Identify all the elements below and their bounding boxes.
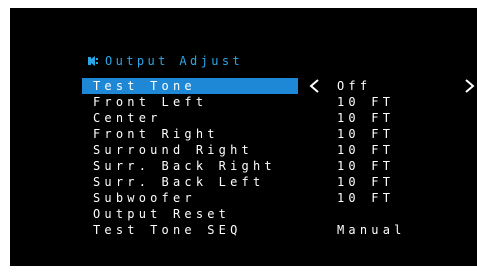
menu-item-surr-back-left[interactable]: Surr. Back Left 10 FT: [82, 174, 477, 190]
menu-item-label: Subwoofer: [93, 191, 196, 205]
settings-menu: Test Tone Off Front Left 10 FT Center 10…: [82, 78, 477, 238]
menu-item-front-right[interactable]: Front Right 10 FT: [82, 126, 477, 142]
menu-item-value: 10 FT: [337, 143, 395, 157]
menu-item-output-reset[interactable]: Output Reset: [82, 206, 477, 222]
menu-item-label: Output Reset: [93, 207, 231, 221]
menu-item-subwoofer[interactable]: Subwoofer 10 FT: [82, 190, 477, 206]
menu-item-value: 10 FT: [337, 111, 395, 125]
chevron-right-icon[interactable]: [463, 78, 477, 94]
menu-item-test-tone[interactable]: Test Tone Off: [82, 78, 477, 94]
menu-item-surround-right[interactable]: Surround Right 10 FT: [82, 142, 477, 158]
chevron-left-icon[interactable]: [308, 78, 322, 94]
menu-item-label: Front Left: [93, 95, 208, 109]
osd-panel: Output Adjust Test Tone Off Front Left 1…: [10, 8, 477, 266]
menu-item-label: Center: [93, 111, 162, 125]
menu-item-label: Surr. Back Right: [93, 159, 276, 173]
screen: Output Adjust Test Tone Off Front Left 1…: [0, 0, 477, 274]
menu-item-label: Test Tone SEQ: [93, 223, 242, 237]
menu-item-label: Front Right: [93, 127, 219, 141]
menu-item-value: 10 FT: [337, 95, 395, 109]
menu-item-value: 10 FT: [337, 191, 395, 205]
page-title: Output Adjust: [105, 54, 244, 68]
menu-item-value: Manual: [337, 223, 406, 237]
menu-item-surr-back-right[interactable]: Surr. Back Right 10 FT: [82, 158, 477, 174]
menu-item-label: Surround Right: [93, 143, 253, 157]
menu-item-value: 10 FT: [337, 127, 395, 141]
menu-item-test-tone-seq[interactable]: Test Tone SEQ Manual: [82, 222, 477, 238]
speaker-settings-icon: [88, 56, 98, 66]
menu-item-value: Off: [337, 79, 372, 93]
menu-item-label: Surr. Back Left: [93, 175, 265, 189]
menu-header: Output Adjust: [87, 53, 243, 69]
menu-item-front-left[interactable]: Front Left 10 FT: [82, 94, 477, 110]
menu-item-value: 10 FT: [337, 159, 395, 173]
menu-item-value: 10 FT: [337, 175, 395, 189]
menu-item-center[interactable]: Center 10 FT: [82, 110, 477, 126]
menu-item-label: Test Tone: [93, 79, 196, 93]
